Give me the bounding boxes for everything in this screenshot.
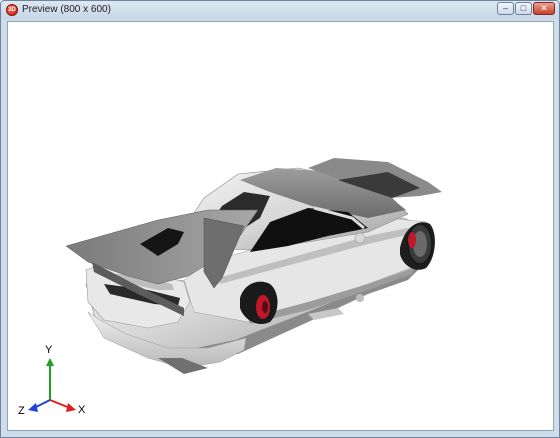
close-button[interactable]: ✕	[533, 2, 555, 15]
window-controls: – □ ✕	[497, 2, 555, 15]
close-icon: ✕	[540, 3, 548, 13]
side-mirror	[354, 232, 366, 244]
minimize-button[interactable]: –	[497, 2, 514, 15]
axis-gizmo: Y X Z	[16, 344, 96, 430]
maximize-button[interactable]: □	[515, 2, 532, 15]
3d-viewport[interactable]: Y X Z	[7, 21, 554, 431]
preview-window: 3D Preview (800 x 600) – □ ✕ Y X Z	[0, 0, 560, 438]
maximize-icon: □	[520, 3, 527, 13]
z-axis-label: Z	[18, 405, 25, 417]
window-title: Preview (800 x 600)	[22, 4, 111, 15]
app-icon[interactable]: 3D	[6, 4, 18, 16]
axis-gizmo-graphic	[28, 358, 76, 412]
front-brake-caliper	[408, 232, 416, 248]
title-bar[interactable]: 3D Preview (800 x 600) – □ ✕	[1, 1, 559, 19]
minimize-icon: –	[502, 3, 508, 13]
y-axis-label: Y	[45, 344, 53, 356]
x-axis-label: X	[78, 404, 86, 416]
